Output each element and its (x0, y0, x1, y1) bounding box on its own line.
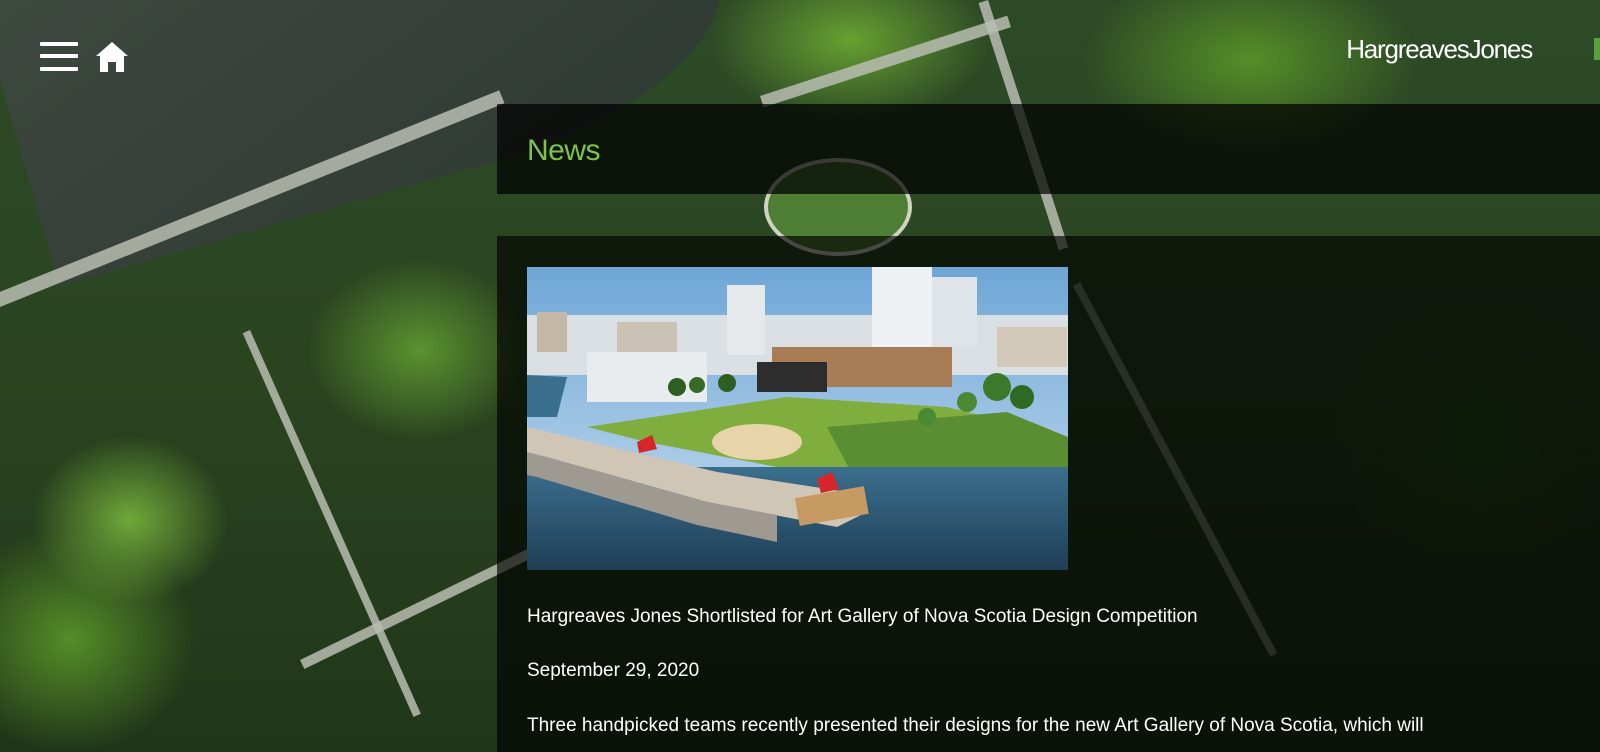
news-header-band: News (497, 104, 1600, 194)
article-title[interactable]: Hargreaves Jones Shortlisted for Art Gal… (527, 606, 1198, 628)
project-rendering-image[interactable] (527, 267, 1068, 570)
brand-logo[interactable]: HargreavesJones (1346, 34, 1533, 65)
page-title: News (527, 134, 601, 167)
park-path (242, 330, 421, 717)
menu-bar (40, 67, 78, 71)
article-excerpt: Three handpicked teams recently presente… (527, 715, 1424, 736)
edge-tab[interactable] (1594, 38, 1600, 60)
article-date: September 29, 2020 (527, 660, 700, 681)
home-icon[interactable] (95, 40, 129, 74)
home-icon-glyph (96, 42, 128, 72)
article-panel: Hargreaves Jones Shortlisted for Art Gal… (497, 236, 1600, 752)
menu-bar (40, 54, 78, 58)
menu-bar (40, 42, 78, 46)
hamburger-menu-icon[interactable] (40, 40, 78, 74)
rendering-illustration (527, 267, 1068, 570)
park-path (760, 15, 1011, 108)
